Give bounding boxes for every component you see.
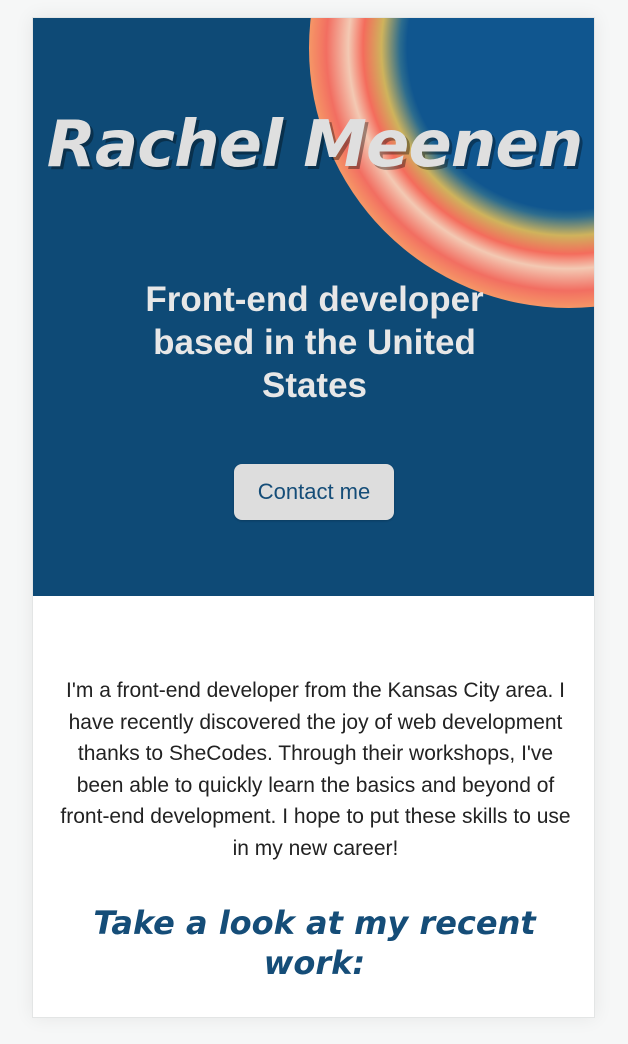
hero-section: Rachel Meenen Front-end developer based … <box>33 18 594 596</box>
hero-tagline: Front-end developer based in the United … <box>145 280 484 405</box>
hero-name: Rachel Meenen <box>46 108 584 182</box>
portfolio-page: Rachel Meenen Front-end developer based … <box>32 17 595 1018</box>
recent-work-heading: Take a look at my recent work: <box>93 904 536 982</box>
about-text: I'm a front-end developer from the Kansa… <box>60 679 571 860</box>
contact-button[interactable]: Contact me <box>234 464 394 520</box>
